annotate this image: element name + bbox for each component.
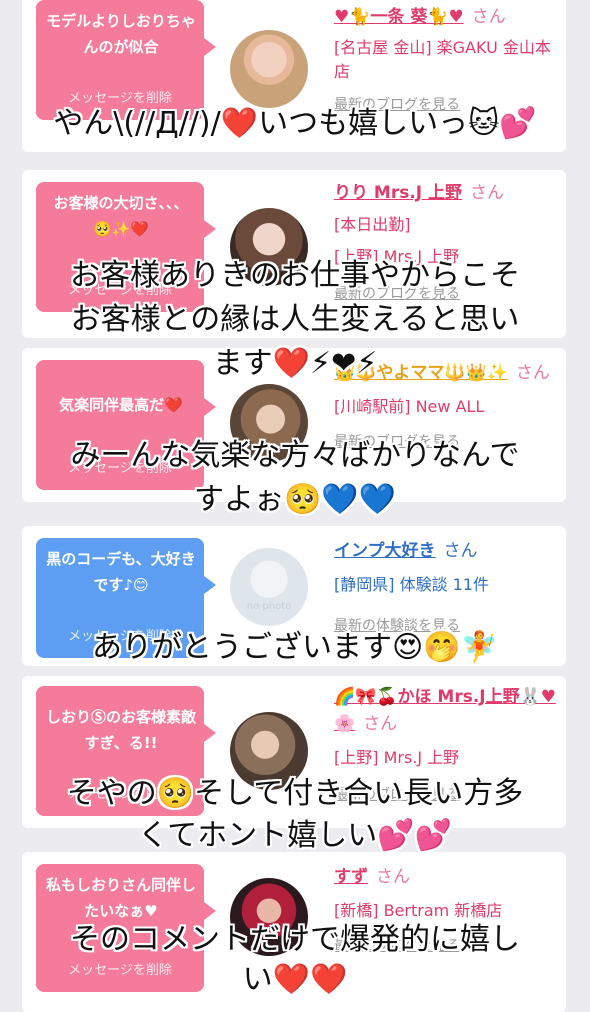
message-bubble: モデルよりしおりちゃんのが似合 メッセージを削除 <box>36 0 216 120</box>
honorific: さん <box>471 7 506 27</box>
review-count[interactable]: [静岡県] 体験談 11件 <box>334 573 558 597</box>
sender-name-link[interactable]: りり Mrs.J 上野 <box>334 183 462 203</box>
honorific: さん <box>443 541 478 561</box>
sender-name-line: りり Mrs.J 上野 さん <box>334 180 558 207</box>
overlay-caption: ます❤️⚡❤⚡ <box>212 346 378 381</box>
overlay-caption: そやの🥺そして付き合い長い方多 <box>66 776 524 811</box>
sender-name-link[interactable]: すず <box>334 867 368 887</box>
shop-info[interactable]: [名古屋 金山] 楽GAKU 金山本店 <box>334 36 554 84</box>
avatar[interactable]: no photo <box>230 548 308 626</box>
message-text: モデルよりしおりちゃんのが似合 <box>46 12 196 56</box>
honorific: さん <box>470 183 505 203</box>
sender-info: ♥🐈一条 葵🐈♥ さん [名古屋 金山] 楽GAKU 金山本店 最新のブログを見る <box>334 4 558 114</box>
sender-name-line: ♥🐈一条 葵🐈♥ さん <box>334 4 558 31</box>
honorific: さん <box>376 867 410 887</box>
overlay-caption: ありがとうございます😍🤭🧚 <box>92 630 498 665</box>
message-text: お客様の大切さ、、、🥺✨❤️ <box>53 194 189 238</box>
sender-name-link[interactable]: ♥🐈一条 葵🐈♥ <box>334 7 464 27</box>
avatar[interactable] <box>230 30 308 108</box>
message-text: 気楽同伴最高だ❤️ <box>59 396 183 414</box>
sender-name-line: インプ大好き さん <box>334 538 558 565</box>
overlay-caption: お客様との縁は人生変えると思い <box>70 302 520 337</box>
honorific: さん <box>363 714 398 734</box>
overlay-caption: お客様ありきのお仕事やからこそ <box>70 258 520 293</box>
message-text: 私もしおりさん同伴したいなぁ♥ <box>46 876 197 920</box>
overlay-caption: みーんな気楽な方々ばかりなんで <box>70 438 520 473</box>
sender-name-line: 🌈🎀🍒かほ Mrs.J上野🐰♥🌸 さん <box>334 684 559 738</box>
sender-name-link[interactable]: インプ大好き <box>334 541 436 561</box>
overlay-caption: い❤️❤️ <box>242 962 348 997</box>
overlay-caption: やん\(//Д//)/❤️いつも嬉しいっ🐱💕 <box>53 106 537 141</box>
overlay-caption: くてホント嬉しい💕💕 <box>138 818 452 853</box>
message-text: しおりⓈのお客様素敵すぎ、る!! <box>46 708 197 752</box>
sender-info: インプ大好き さん [静岡県] 体験談 11件 最新の体験談を見る <box>334 538 558 635</box>
no-photo-label: no photo <box>246 601 292 612</box>
sender-name-line: すず さん <box>334 864 558 891</box>
shop-status: [本日出勤] <box>334 215 411 234</box>
message-text: 黒のコーデも、大好きです♪😊 <box>46 550 196 594</box>
overlay-caption: すよぉ🥺💙💙 <box>193 482 397 517</box>
overlay-caption: そのコメントだけで爆発的に嬉し <box>70 922 520 957</box>
shop-info[interactable]: [川崎駅前] New ALL <box>334 395 558 419</box>
shop-info[interactable]: [上野] Mrs.J 上野 <box>334 746 558 770</box>
